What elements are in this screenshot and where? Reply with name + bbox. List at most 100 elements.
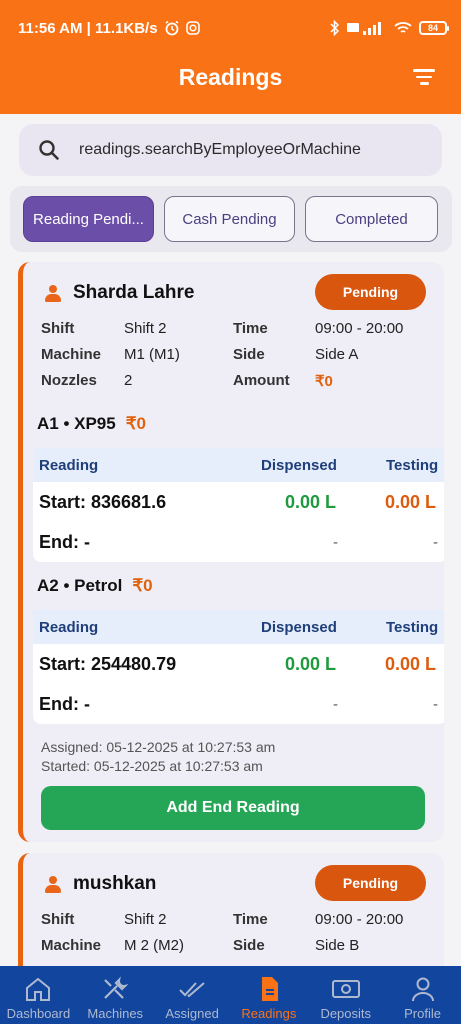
time-label: Time [233,911,268,928]
wifi-icon [394,22,412,33]
start-reading: Start: 254480.79 [39,653,177,674]
machine-label: Machine [41,937,102,954]
search-icon [39,140,59,160]
tools-icon [104,976,129,999]
time-value: 09:00 - 20:00 [315,911,404,928]
nav-label: Profile [404,1006,441,1021]
dispensed-value: 0.00 L [285,653,337,674]
end-reading: End: - [39,531,90,552]
status-badge: Pending [315,274,426,310]
nav-label: Deposits [320,1006,372,1021]
machine-value: M 2 (M2) [124,937,184,954]
testing-value: 0.00 L [385,491,437,512]
reading-table: Reading Dispensed Testing Start: 254480.… [33,610,444,724]
person-icon [45,875,61,893]
filter-button[interactable] [413,69,435,87]
col-testing: Testing [386,618,439,636]
shift-value: Shift 2 [124,320,167,337]
tab-completed[interactable]: Completed [305,196,438,242]
bottom-navigation: Dashboard Machines Assigned Readings Dep… [0,966,461,1024]
table-header: Reading Dispensed Testing [33,610,444,644]
end-testing: - [433,533,438,551]
bluetooth-icon [330,20,340,36]
col-testing: Testing [386,456,439,474]
person-icon [411,977,434,1002]
shift-label: Shift [41,911,75,928]
nozzle-name: A2 • Petrol [37,576,123,595]
tab-cash-pending[interactable]: Cash Pending [164,196,295,242]
nozzles-label: Nozzles [41,372,97,389]
nav-profile[interactable]: Profile [384,966,461,1024]
side-label: Side [233,937,265,954]
end-testing: - [433,695,438,713]
nozzle-amount: ₹0 [125,414,146,433]
time-label: Time [233,320,268,337]
reading-table: Reading Dispensed Testing Start: 836681.… [33,448,444,562]
reading-card[interactable]: Sharda Lahre Pending Shift Shift 2 Time … [18,262,444,842]
nav-assigned[interactable]: Assigned [154,966,231,1024]
person-icon [45,284,61,302]
nav-label: Assigned [165,1006,219,1021]
table-row: Start: 836681.6 0.00 L 0.00 L [33,482,444,522]
table-row: Start: 254480.79 0.00 L 0.00 L [33,644,444,684]
amount-label: Amount [233,372,290,389]
table-row: End: - - - [33,522,444,562]
table-row: End: - - - [33,684,444,724]
document-icon [261,977,278,1001]
shift-value: Shift 2 [124,911,167,928]
status-tabs: Reading Pendi... Cash Pending Completed [10,186,452,252]
col-reading: Reading [39,618,99,636]
started-time: Started: 05-12-2025 at 10:27:53 am [41,758,263,774]
side-value: Side B [315,937,360,954]
end-dispensed: - [333,533,338,551]
shift-label: Shift [41,320,75,337]
instagram-icon [185,21,200,35]
col-dispensed: Dispensed [261,618,337,636]
search-input[interactable] [79,141,409,159]
signal-icon [347,22,381,35]
employee-name: mushkan [73,873,157,894]
app-header: 11:56 AM | 11.1KB/s 84 Readings [0,0,461,114]
status-badge: Pending [315,865,426,901]
nozzles-value: 2 [124,372,133,389]
nozzle-amount: ₹0 [132,576,153,595]
nav-deposits[interactable]: Deposits [307,966,384,1024]
time-value: 09:00 - 20:00 [315,320,404,337]
alarm-icon [165,20,179,36]
nozzle-name: A1 • XP95 [37,414,116,433]
home-icon [26,977,51,1001]
add-end-reading-button[interactable]: Add End Reading [41,786,425,830]
end-reading: End: - [39,693,90,714]
nozzle-title: A2 • Petrol ₹0 [37,576,153,596]
battery-icon: 84 [419,21,449,35]
nav-readings[interactable]: Readings [230,966,307,1024]
nav-label: Machines [87,1006,144,1021]
employee-name: Sharda Lahre [73,282,195,303]
assigned-time: Assigned: 05-12-2025 at 10:27:53 am [41,739,276,755]
nav-label: Readings [241,1006,297,1021]
filter-icon [413,69,435,72]
col-reading: Reading [39,456,99,474]
testing-value: 0.00 L [385,653,437,674]
double-check-icon [179,982,205,998]
tab-reading-pending[interactable]: Reading Pendi... [23,196,154,242]
amount-value: ₹0 [315,373,333,390]
machine-value: M1 (M1) [124,346,180,363]
start-reading: Start: 836681.6 [39,491,167,512]
status-time: 11:56 AM | 11.1KB/s [18,19,158,37]
col-dispensed: Dispensed [261,456,337,474]
dispensed-value: 0.00 L [285,491,337,512]
battery-level: 84 [427,23,438,33]
nozzle-title: A1 • XP95 ₹0 [37,414,146,434]
machine-label: Machine [41,346,102,363]
side-label: Side [233,346,265,363]
search-bar [19,124,442,176]
side-value: Side A [315,346,359,363]
end-dispensed: - [333,695,338,713]
cash-icon [331,980,360,998]
nav-dashboard[interactable]: Dashboard [0,966,77,1024]
status-bar: 11:56 AM | 11.1KB/s 84 [18,17,449,39]
nav-machines[interactable]: Machines [77,966,154,1024]
page-title: Readings [178,64,283,90]
table-header: Reading Dispensed Testing [33,448,444,482]
